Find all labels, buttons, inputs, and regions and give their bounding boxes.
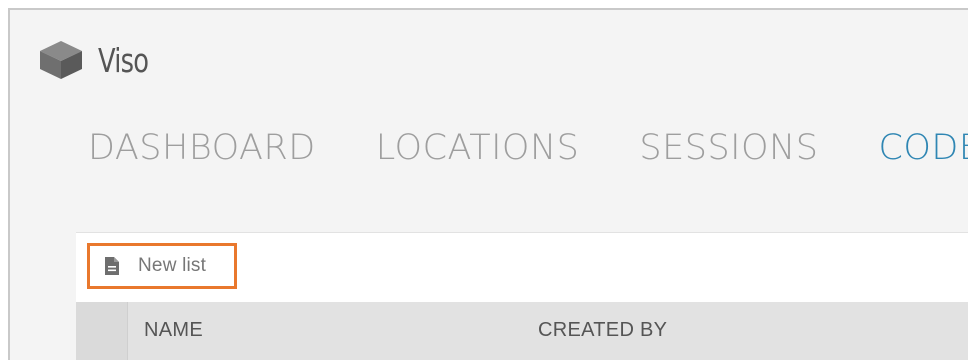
new-list-button[interactable]: New list <box>87 243 237 289</box>
nav-item-dashboard[interactable]: DASHBOARD <box>88 128 316 168</box>
header-select-gutter <box>76 302 128 360</box>
column-header-created-by[interactable]: CREATED BY <box>538 319 667 342</box>
cube-icon <box>38 39 84 81</box>
main-nav: DASHBOARD LOCATIONS SESSIONS CODES <box>88 128 968 168</box>
nav-item-sessions[interactable]: SESSIONS <box>639 128 818 168</box>
list-toolbar: New list <box>76 232 968 303</box>
brand[interactable]: Viso <box>38 38 162 82</box>
table-header: NAME CREATED BY <box>76 302 968 360</box>
nav-item-locations[interactable]: LOCATIONS <box>376 128 580 168</box>
nav-item-codes[interactable]: CODES <box>878 128 968 168</box>
column-header-name[interactable]: NAME <box>144 319 203 342</box>
app-name: Viso <box>98 40 149 80</box>
document-icon <box>104 256 120 276</box>
new-list-label: New list <box>138 255 207 276</box>
